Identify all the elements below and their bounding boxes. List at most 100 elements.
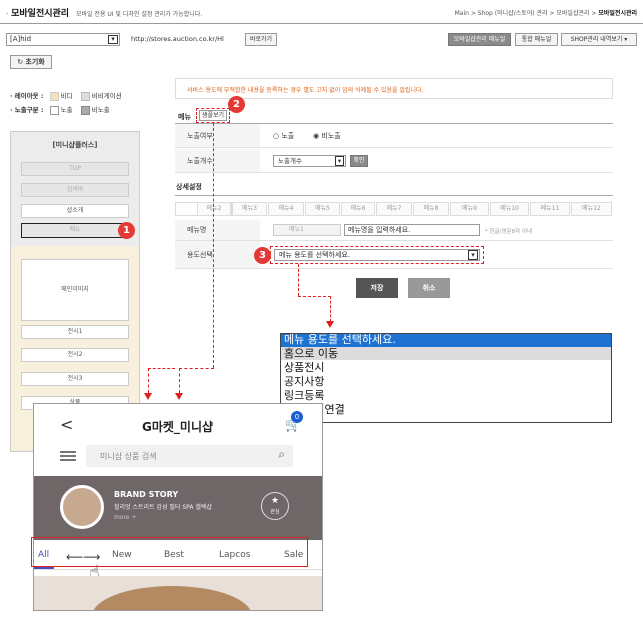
phone-search-bar[interactable]: 미니샵 상품 검색 ⌕ (86, 445, 293, 467)
connector-line (148, 368, 149, 393)
connector-line (298, 264, 299, 296)
nav-item-menu[interactable]: 메뉴 (21, 223, 129, 238)
integrated-manual-button[interactable]: 통합 매뉴얼 (515, 33, 558, 46)
swatch-inactive (80, 91, 90, 101)
favorite-label: 관심 (270, 509, 280, 515)
radio-selected-icon: ◉ (313, 132, 320, 140)
confirm-button[interactable]: 확인 (350, 155, 368, 167)
swatch-active (49, 91, 59, 101)
brand-avatar (60, 485, 104, 529)
arrow-down-icon (144, 393, 152, 400)
menu-tab-6[interactable]: 메뉴6 (341, 202, 375, 216)
connector-line (179, 368, 214, 369)
use-option[interactable]: 공지사항 (284, 376, 324, 388)
brand-title: BRAND STORY (114, 490, 179, 499)
menu-tab-4[interactable]: 메뉴4 (268, 202, 304, 216)
detail-title: 상세설정 (176, 183, 202, 191)
search-icon: ⌕ (278, 447, 285, 461)
menu-tab-3[interactable]: 메뉴3 (232, 202, 267, 216)
menu-tab-11[interactable]: 메뉴11 (530, 202, 570, 216)
product-face (92, 586, 252, 610)
arrow-down-icon (175, 393, 183, 400)
connector-line (330, 296, 331, 322)
brand-desc: 힐리엇 스트리트 감성 필터 SPA 셀렉샵 (114, 504, 212, 511)
legend-layout: · 레이아웃 : 비디 비비게이션 (10, 90, 122, 101)
use-select-highlight (270, 246, 484, 264)
connector-line (179, 368, 180, 393)
favorite-button[interactable]: ★ 관심 (261, 492, 289, 520)
exposure-on-label: 노출 (281, 132, 295, 140)
legend-exposure-on: 노출 (60, 106, 73, 114)
refresh-icon: ↻ (17, 58, 24, 66)
arrow-down-icon (326, 321, 334, 328)
nav-item-top[interactable]: TOP (21, 162, 129, 176)
legend-exposure-off: 비노출 (91, 106, 110, 114)
cancel-button[interactable]: 취소 (408, 278, 450, 298)
breadcrumb-current: 모바일전시관리 (598, 10, 637, 17)
page-desc: 모바일 전용 UI 및 디자인 설정 관리가 가능합니다. (75, 11, 203, 18)
menu-tab-12[interactable]: 메뉴12 (571, 202, 612, 216)
phone-tab-highlight (31, 537, 308, 567)
callout-3: 3 (254, 247, 271, 264)
hamburger-mid-line (60, 455, 76, 457)
nav-item-display-1[interactable]: 전시1 (21, 325, 129, 339)
connector-line (213, 123, 214, 368)
use-option[interactable]: 홈으로 이동 (284, 348, 338, 360)
save-button[interactable]: 저장 (356, 278, 398, 298)
nav-item-intro[interactable]: 샵소개 (21, 204, 129, 218)
breadcrumb-path: Main > Shop (미니샵/스토어) 관리 > 모바일샵관리 > (454, 10, 599, 17)
legend-exposure-label: · 노출구분 : (10, 106, 44, 114)
page-title-block: · 모바일전시관리 모바일 전용 UI 및 디자인 설정 관리가 가능합니다. (6, 9, 203, 19)
callout-1: 1 (118, 222, 135, 239)
connector-line (298, 296, 331, 297)
connector-line (148, 368, 175, 369)
exposure-off-label: 비노출 (321, 132, 341, 140)
nav-item-search[interactable]: 검색바 (21, 183, 129, 197)
menu-tab-7[interactable]: 메뉴7 (376, 202, 412, 216)
manual-button[interactable]: 모바일샵관리 매뉴얼 (448, 33, 511, 46)
swatch-on (49, 105, 59, 115)
visit-button[interactable]: 바로가기 (245, 33, 277, 46)
menu-tab-10[interactable]: 메뉴10 (490, 202, 529, 216)
exposure-on-radio[interactable]: ○ 노출 (273, 131, 294, 141)
product-image (34, 576, 322, 610)
legend-exposure: · 노출구분 : 노출 비노출 (10, 104, 110, 115)
swatch-off (80, 105, 90, 115)
shop-select-value: [A]hid (10, 35, 32, 43)
chevron-down-icon: ▾ (335, 156, 344, 166)
use-option[interactable]: 상품전시 (284, 362, 324, 374)
phone-title: G마켓_미니샵 (142, 420, 214, 434)
use-option[interactable]: 메뉴 용도를 선택하세요. (284, 334, 396, 346)
chevron-down-icon: ▾ (108, 35, 118, 44)
count-select[interactable]: 노출개수 ▾ (273, 155, 346, 167)
nav-main-image[interactable]: 메인이미지 (21, 259, 129, 321)
shop-select[interactable]: [A]hid ▾ (6, 33, 120, 46)
menu-tab-9[interactable]: 메뉴9 (450, 202, 489, 216)
brand-more-link[interactable]: more + (114, 514, 136, 521)
radio-empty-icon: ○ (273, 132, 280, 140)
menu-tab-5[interactable]: 메뉴5 (305, 202, 340, 216)
reset-button[interactable]: ↻ 초기화 (10, 55, 52, 69)
menu-name-tab-field: 메뉴1 (273, 224, 341, 236)
nav-item-display-2[interactable]: 전시2 (21, 348, 129, 362)
menu-tab-2[interactable]: 메뉴2 (197, 202, 231, 216)
brand-banner: BRAND STORY 힐리엇 스트리트 감성 필터 SPA 셀렉샵 more … (34, 476, 322, 540)
use-option[interactable]: 링크등록 (284, 390, 324, 402)
menu-tab-8[interactable]: 메뉴8 (413, 202, 449, 216)
callout-2: 2 (228, 96, 245, 113)
sample-button-highlight (196, 108, 230, 123)
nav-title: [미니샵플러스] (52, 141, 98, 149)
menu-section-label: 메뉴 (178, 113, 191, 121)
shop-url: http://stores.auction.co.kr/Hl (131, 35, 224, 43)
legend-layout-active: 비디 (60, 92, 73, 100)
history-button[interactable]: SHOP관리 내역보기 ▾ (561, 33, 637, 46)
menu-name-input[interactable]: 메뉴명을 입력하세요. (344, 224, 480, 236)
back-icon[interactable]: < (60, 415, 73, 434)
exposure-off-radio[interactable]: ◉ 비노출 (313, 131, 341, 141)
count-select-value: 노출개수 (278, 157, 302, 165)
count-row (175, 149, 613, 173)
star-icon: ★ (270, 496, 280, 506)
phone-preview: < G마켓_미니샵 🛒 0 미니샵 상품 검색 ⌕ BRAND STORY 힐리… (33, 403, 323, 611)
nav-item-display-3[interactable]: 전시3 (21, 372, 129, 386)
legend-layout-label: · 레이아웃 : (10, 92, 44, 100)
